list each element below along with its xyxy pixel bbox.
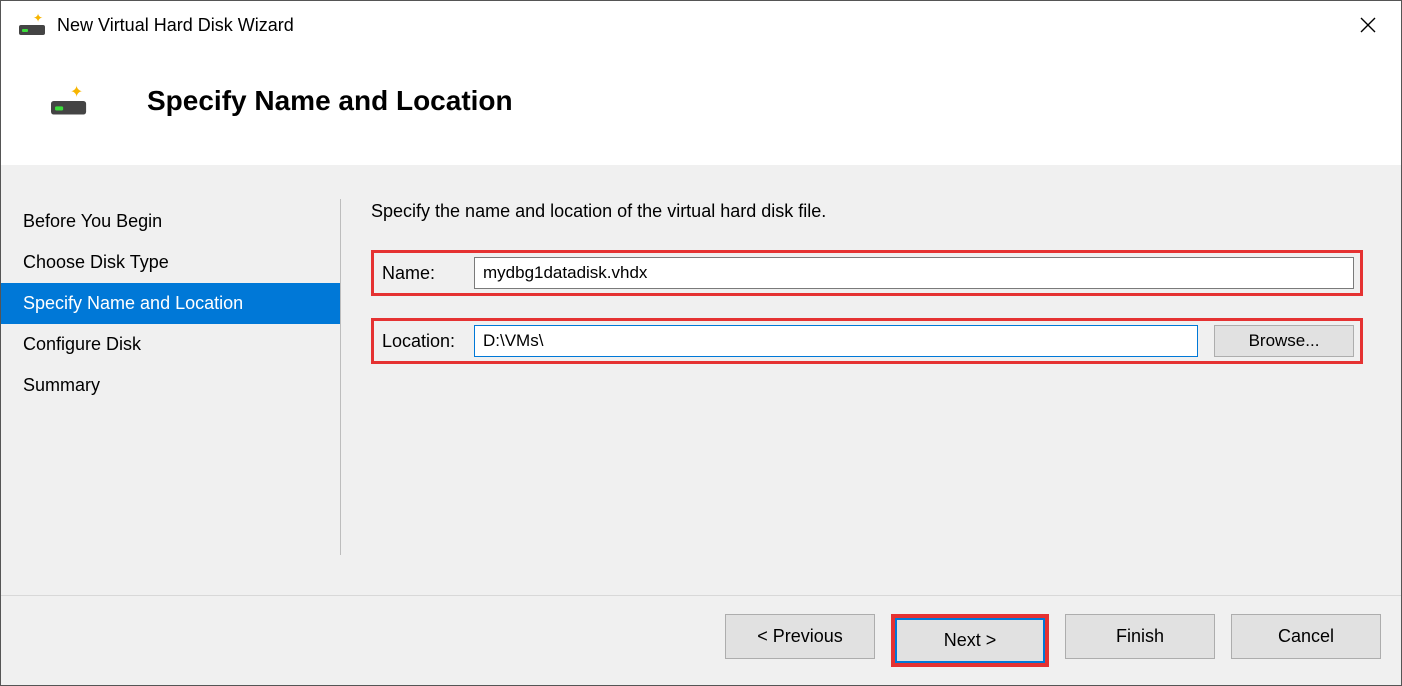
wizard-header: ✦ Specify Name and Location [1,49,1401,165]
wizard-pane: Specify the name and location of the vir… [341,165,1381,595]
location-input[interactable] [474,325,1198,357]
close-button[interactable] [1345,2,1391,48]
wizard-footer: < Previous Next > Finish Cancel [1,595,1401,685]
name-row: Name: [371,250,1363,296]
window-title: New Virtual Hard Disk Wizard [57,15,1345,36]
location-label: Location: [374,321,474,361]
sidebar-item-specify-name-location[interactable]: Specify Name and Location [1,283,341,324]
sidebar-item-summary[interactable]: Summary [1,365,341,406]
name-input[interactable] [474,257,1354,289]
name-label: Name: [374,253,474,293]
titlebar: ✦ New Virtual Hard Disk Wizard [1,1,1401,49]
finish-button[interactable]: Finish [1065,614,1215,659]
next-button[interactable]: Next > [895,618,1045,663]
cancel-button[interactable]: Cancel [1231,614,1381,659]
next-button-highlight: Next > [891,614,1049,667]
instruction-text: Specify the name and location of the vir… [371,201,1363,222]
wizard-content: Before You Begin Choose Disk Type Specif… [1,165,1401,595]
sidebar-item-choose-disk-type[interactable]: Choose Disk Type [1,242,341,283]
disk-icon: ✦ [19,15,45,35]
sidebar-item-before-you-begin[interactable]: Before You Begin [1,201,341,242]
wizard-sidebar: Before You Begin Choose Disk Type Specif… [1,165,341,595]
disk-icon: ✦ [51,88,86,115]
location-row: Location: Browse... [371,318,1363,364]
page-title: Specify Name and Location [147,85,513,117]
previous-button[interactable]: < Previous [725,614,875,659]
sidebar-item-configure-disk[interactable]: Configure Disk [1,324,341,365]
browse-button[interactable]: Browse... [1214,325,1354,357]
